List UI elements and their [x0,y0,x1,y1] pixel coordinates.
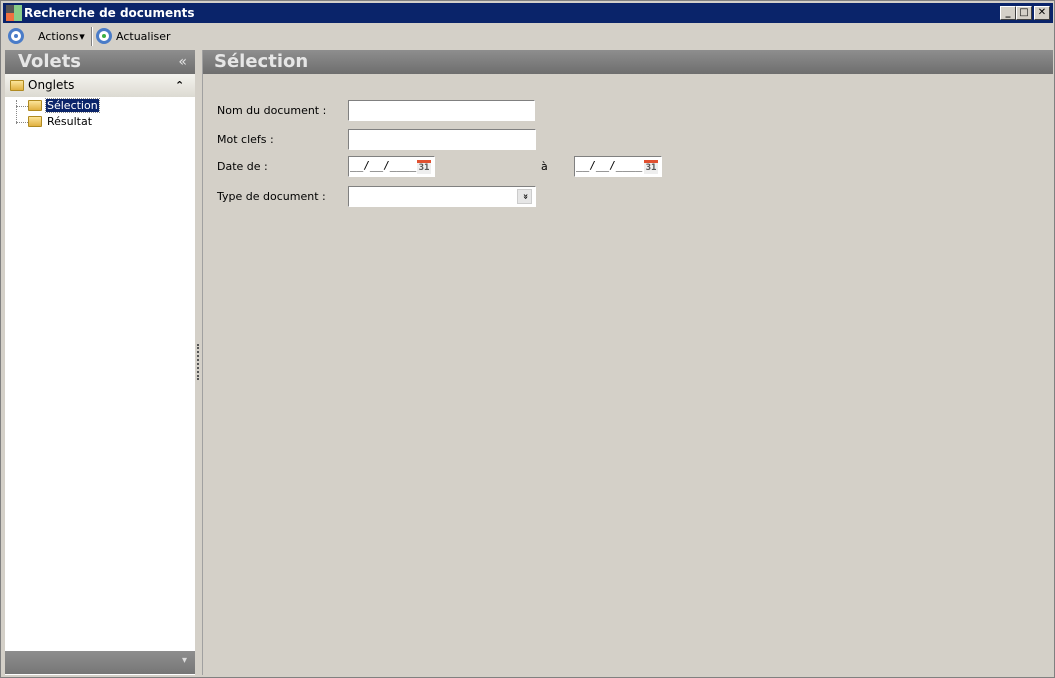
toolbar-separator [91,27,93,46]
minimize-button[interactable]: _ [1000,6,1016,20]
doc-name-input[interactable] [348,100,535,121]
refresh-icon [96,28,112,44]
collapse-panel-icon[interactable]: « [178,50,187,74]
close-button[interactable]: ✕ [1034,6,1050,20]
keywords-label: Mot clefs : [217,133,274,146]
actions-menu[interactable]: Actions ▾ [8,28,85,44]
main-title: Sélection [214,51,309,72]
toolbar: Actions ▾ Actualiser [3,24,1053,49]
tree-line [16,106,28,107]
date-to-value: __/__/____ [576,159,643,172]
date-to-input[interactable]: __/__/____ 31 [574,156,662,177]
splitter-handle[interactable] [197,344,199,380]
left-panel: Volets « Onglets ⌃ Sélection Résultat ▾ [5,50,195,675]
actions-label: Actions [38,29,79,43]
tree-line [16,122,28,123]
doc-type-label: Type de document : [217,190,326,203]
tree-item-resultat[interactable]: Résultat [28,115,93,128]
date-from-input[interactable]: __/__/____ 31 [348,156,435,177]
open-folder-icon [28,100,42,111]
refresh-label: Actualiser [116,29,171,43]
doc-name-label: Nom du document : [217,104,327,117]
panel-footer: ▾ [5,651,195,674]
group-label: Onglets [28,78,75,92]
maximize-button[interactable]: □ [1016,6,1032,20]
chevron-down-icon: ▾ [79,29,85,43]
tree-lines [16,100,28,124]
app-icon [6,5,22,21]
tree-item-selection[interactable]: Sélection [28,98,100,113]
date-from-value: __/__/____ [350,159,417,172]
panel-header: Volets « [5,50,195,74]
main-header: Sélection [203,50,1053,74]
calendar-icon[interactable]: 31 [417,160,431,174]
calendar-icon[interactable]: 31 [644,160,658,174]
date-from-label: Date de : [217,160,268,173]
panel-title: Volets [18,51,82,72]
main-panel: Sélection Nom du document : Mot clefs : … [202,50,1053,675]
tree-item-label: Sélection [45,98,100,113]
date-to-label: à [541,160,548,173]
dropdown-icon[interactable]: » [517,189,532,204]
keywords-input[interactable] [348,129,536,150]
refresh-button[interactable]: Actualiser [96,28,171,44]
chevron-down-icon[interactable]: ▾ [182,655,187,666]
title-bar: Recherche de documents _ □ ✕ [3,3,1053,23]
folder-icon [10,80,24,91]
folder-icon [28,116,42,127]
doc-type-select[interactable]: » [348,186,536,207]
group-onglets[interactable]: Onglets ⌃ [5,74,195,97]
tree-item-label: Résultat [47,115,93,128]
window-title: Recherche de documents [24,6,195,20]
collapse-group-icon[interactable]: ⌃ [175,79,184,92]
actions-icon [8,28,24,44]
